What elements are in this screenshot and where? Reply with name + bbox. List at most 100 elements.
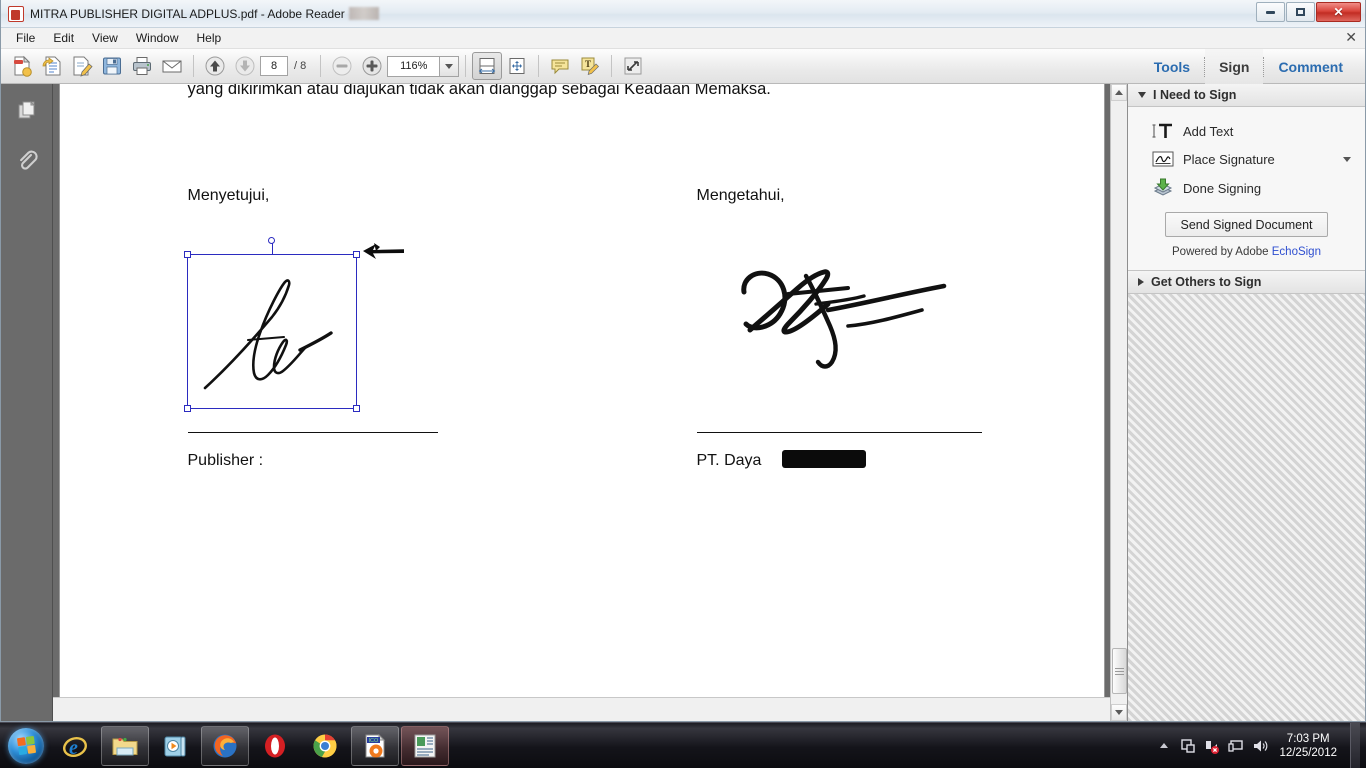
resize-handle-top-right[interactable] <box>352 251 360 258</box>
close-document-icon[interactable]: ✕ <box>1345 30 1357 44</box>
approval-heading-right: Mengetahui, <box>696 187 785 204</box>
done-signing-label: Done Signing <box>1183 180 1262 196</box>
toolbar-separator <box>320 55 322 77</box>
panel-section-i-need-to-sign[interactable]: I Need to Sign <box>1128 84 1365 107</box>
minimize-button[interactable] <box>1256 2 1285 22</box>
menu-item-file[interactable]: File <box>7 29 44 47</box>
document-viewport[interactable]: yang dikirimkan atau diajukan tidak akan… <box>53 84 1127 721</box>
resize-handle-bottom-right[interactable] <box>352 405 360 412</box>
publisher-caption: Publisher : <box>187 452 264 469</box>
menu-item-view[interactable]: View <box>83 29 127 47</box>
windows-explorer-icon[interactable] <box>101 725 149 766</box>
next-page-icon[interactable] <box>230 52 260 80</box>
devices-icon[interactable] <box>1179 737 1196 754</box>
menu-item-edit[interactable]: Edit <box>44 29 83 47</box>
print-icon[interactable] <box>127 52 157 80</box>
panel-section-body: Add Text Place Signature Done Signing Se… <box>1128 107 1365 271</box>
close-button[interactable]: ✕ <box>1316 2 1361 22</box>
email-icon[interactable] <box>157 52 187 80</box>
vertical-scrollbar[interactable] <box>1110 84 1127 721</box>
done-signing-button[interactable]: Done Signing <box>1128 173 1365 203</box>
scroll-down-icon[interactable] <box>1111 704 1127 721</box>
adobe-reader-icon[interactable] <box>401 725 449 766</box>
toolbar-separator <box>193 55 194 77</box>
add-text-label: Add Text <box>1183 123 1234 139</box>
zoom-in-icon[interactable] <box>357 52 387 80</box>
fit-page-icon[interactable] <box>502 52 532 80</box>
page-number-input[interactable]: 8 <box>260 56 288 76</box>
fullscreen-icon[interactable] <box>618 52 648 80</box>
chevron-down-icon <box>1138 92 1146 98</box>
document-paragraph-text: yang dikirimkan atau diajukan tidak akan… <box>187 84 771 98</box>
scrollbar-thumb[interactable] <box>1112 648 1127 694</box>
menu-item-help[interactable]: Help <box>188 29 231 47</box>
pdf-page: yang dikirimkan atau diajukan tidak akan… <box>58 84 1105 697</box>
windows-media-player-icon[interactable] <box>151 726 199 766</box>
rotation-handle[interactable] <box>268 237 275 244</box>
window-title: MITRA PUBLISHER DIGITAL ADPLUS.pdf - Ado… <box>30 6 345 21</box>
toolbar-separator <box>611 55 613 77</box>
page-total-label: / 8 <box>294 60 307 72</box>
previous-page-icon[interactable] <box>200 52 230 80</box>
scroll-up-icon[interactable] <box>1111 84 1127 101</box>
pdf-file-icon <box>8 5 24 22</box>
arrow-pointer-cursor <box>362 243 404 259</box>
fit-width-icon[interactable] <box>472 52 503 80</box>
send-signed-document-button[interactable]: Send Signed Document <box>1165 212 1328 237</box>
display-icon[interactable] <box>1227 737 1244 754</box>
show-hidden-icons-icon[interactable] <box>1155 737 1172 754</box>
volume-icon[interactable] <box>1251 737 1268 754</box>
signature-selection-box[interactable] <box>183 237 360 412</box>
google-chrome-icon[interactable] <box>301 726 349 766</box>
menu-item-window[interactable]: Window <box>127 29 188 47</box>
toolbar-separator <box>465 55 467 77</box>
window-controls: ✕ <box>1256 2 1361 22</box>
opera-icon[interactable] <box>251 726 299 766</box>
zoom-dropdown-chevron-down-icon[interactable] <box>439 55 460 77</box>
main-toolbar: 8 / 8 116% T Tools Sign Comment <box>1 49 1365 84</box>
restore-button[interactable] <box>1286 2 1315 22</box>
place-signature-button[interactable]: Place Signature <box>1128 145 1365 173</box>
chevron-right-icon <box>1138 278 1144 286</box>
powered-by-label: Powered by Adobe EchoSign <box>1128 246 1365 258</box>
clock-date: 12/25/2012 <box>1279 746 1337 759</box>
zoom-level-input[interactable]: 116% <box>387 55 440 77</box>
zoom-out-icon[interactable] <box>327 52 357 80</box>
svg-text:e: e <box>69 737 78 759</box>
title-bar: MITRA PUBLISHER DIGITAL ADPLUS.pdf - Ado… <box>1 0 1365 28</box>
attachments-icon[interactable] <box>10 144 44 178</box>
save-icon[interactable] <box>97 52 127 80</box>
page-thumbnails-icon[interactable] <box>10 94 44 128</box>
tab-sign[interactable]: Sign <box>1205 49 1264 84</box>
text-comment-icon[interactable]: T <box>575 52 605 80</box>
panel-section-get-others-to-sign[interactable]: Get Others to Sign <box>1128 271 1365 294</box>
signature-image-left <box>203 279 333 390</box>
done-signing-icon <box>1153 178 1173 196</box>
sticky-note-icon[interactable] <box>545 52 575 80</box>
navigation-rail <box>1 84 53 721</box>
add-text-button[interactable]: Add Text <box>1128 117 1365 145</box>
edit-pdf-icon[interactable] <box>67 52 97 80</box>
horizontal-scrollbar-area[interactable] <box>53 697 1110 721</box>
echosign-link[interactable]: EchoSign <box>1272 246 1321 258</box>
add-text-icon <box>1152 123 1172 138</box>
chevron-down-icon[interactable] <box>1343 156 1351 162</box>
sign-panel: I Need to Sign Add Text Place Signature … <box>1127 84 1365 721</box>
resize-handle-top-left[interactable] <box>183 251 191 258</box>
svg-text:T: T <box>585 59 591 69</box>
export-pdf-icon[interactable] <box>37 52 67 80</box>
windows-taskbar: e ICO 7:03 PM 12/25/2012 <box>0 722 1366 768</box>
rotation-stem <box>271 243 273 255</box>
tab-comment[interactable]: Comment <box>1264 49 1357 84</box>
windows-start-orb[interactable] <box>2 726 50 766</box>
resize-handle-bottom-left[interactable] <box>183 405 191 412</box>
tab-tools[interactable]: Tools <box>1140 49 1204 84</box>
network-error-icon[interactable] <box>1203 737 1220 754</box>
internet-explorer-icon[interactable]: e <box>51 726 99 766</box>
firefox-icon[interactable] <box>201 725 249 766</box>
show-desktop-button[interactable] <box>1350 722 1360 768</box>
taskbar-clock[interactable]: 7:03 PM 12/25/2012 <box>1279 732 1337 760</box>
create-pdf-icon[interactable] <box>7 52 37 80</box>
system-tray: 7:03 PM 12/25/2012 <box>1155 722 1366 768</box>
ico-file-icon[interactable]: ICO <box>351 725 399 766</box>
